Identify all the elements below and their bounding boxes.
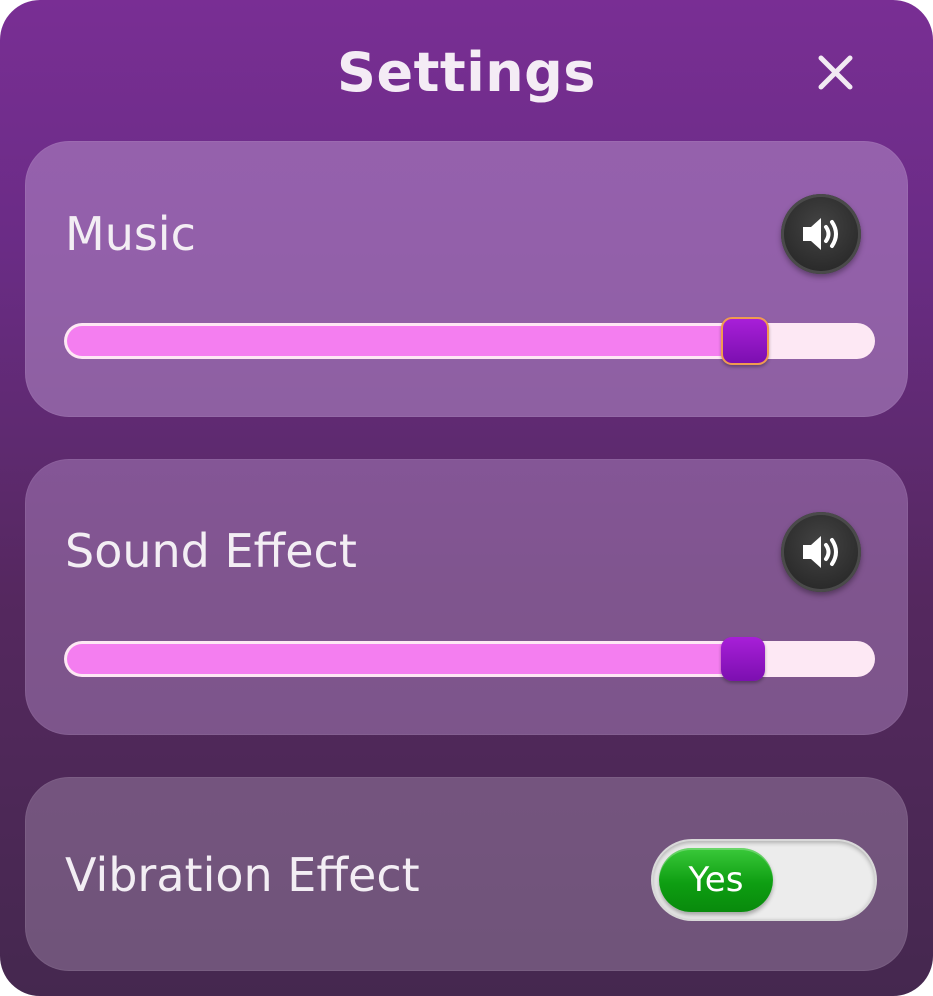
vibration-panel: Vibration Effect Yes — [25, 777, 908, 971]
sound-effect-volume-slider[interactable] — [64, 637, 875, 681]
close-button[interactable] — [806, 45, 864, 103]
sound-effect-label: Sound Effect — [65, 524, 357, 578]
close-icon — [818, 55, 853, 90]
sound-effect-slider-fill — [67, 644, 744, 674]
sound-effect-panel: Sound Effect — [25, 459, 908, 735]
sound-effect-mute-button[interactable] — [781, 512, 861, 592]
vibration-toggle-knob: Yes — [659, 848, 773, 912]
speaker-icon — [803, 218, 838, 250]
vibration-toggle-label: Yes — [688, 860, 744, 900]
vibration-label: Vibration Effect — [65, 848, 420, 902]
music-mute-button[interactable] — [781, 194, 861, 274]
music-label: Music — [65, 207, 196, 261]
vibration-toggle[interactable]: Yes — [653, 841, 875, 919]
music-slider-fill — [67, 326, 744, 356]
settings-dialog: Settings Music Sound Effect Vibration Ef… — [0, 0, 933, 996]
sound-effect-slider-thumb[interactable] — [721, 637, 766, 681]
music-slider-thumb[interactable] — [721, 317, 770, 365]
music-panel: Music — [25, 141, 908, 417]
dialog-title: Settings — [337, 41, 596, 104]
speaker-icon — [803, 536, 838, 568]
music-volume-slider[interactable] — [64, 317, 875, 365]
